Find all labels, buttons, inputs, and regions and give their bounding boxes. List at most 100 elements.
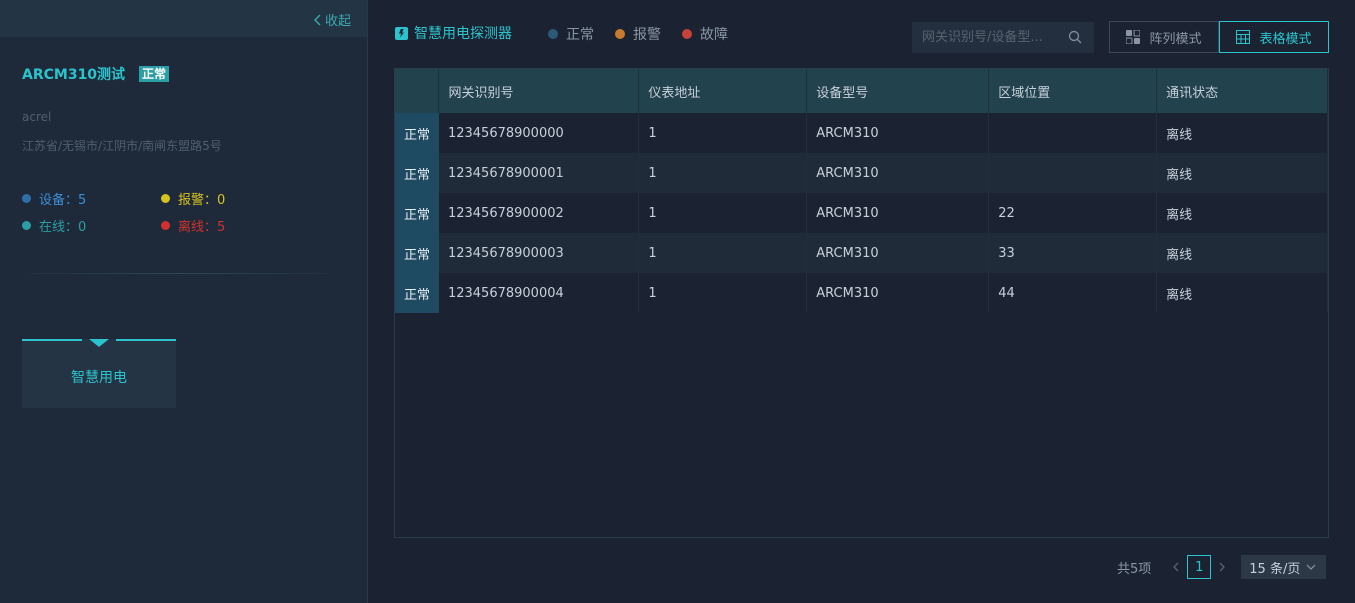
sidebar-top-bar: 收起 (0, 0, 367, 37)
search-box[interactable] (912, 22, 1094, 53)
stat-alarm: 报警：0 (161, 189, 225, 208)
cell-model: ARCM310 (806, 273, 990, 313)
column-header-area[interactable]: 区域位置 (988, 69, 1158, 113)
stat-devices-label: 设备：5 (39, 193, 87, 208)
cell-gateway: 12345678900003 (438, 233, 640, 273)
device-table-container: 网关识别号 仪表地址 设备型号 区域位置 通讯状态 正常 12345678900… (394, 68, 1329, 538)
prev-page-icon[interactable] (1171, 562, 1181, 572)
table-row[interactable]: 正常 12345678900001 1 ARCM310 离线 (395, 153, 1328, 193)
main-panel: 智慧用电探测器 正常 报警 故障 阵列模式 表格模式 网关识别号 仪表地址 (369, 0, 1355, 603)
row-status: 正常 (395, 153, 439, 193)
caret-down-icon (89, 339, 109, 347)
page-size-select[interactable]: 15 条/页 (1241, 555, 1327, 579)
cell-model: ARCM310 (806, 233, 990, 273)
company-name: acrel (22, 110, 52, 124)
cell-comm: 离线 (1156, 153, 1328, 193)
table-row[interactable]: 正常 12345678900004 1 ARCM310 44 离线 (395, 273, 1328, 313)
stat-alarm-label: 报警：0 (178, 193, 226, 208)
column-header-comm-status[interactable]: 通讯状态 (1156, 69, 1328, 113)
device-table: 网关识别号 仪表地址 设备型号 区域位置 通讯状态 正常 12345678900… (395, 69, 1328, 313)
cell-area (988, 113, 1158, 153)
stat-online: 在线：0 (22, 216, 86, 235)
table-icon (1236, 30, 1251, 44)
search-input[interactable] (922, 30, 1062, 45)
total-count: 共5项 (1117, 561, 1152, 577)
table-row[interactable]: 正常 12345678900000 1 ARCM310 离线 (395, 113, 1328, 153)
chevron-left-icon (313, 14, 321, 25)
chevron-down-icon (1306, 564, 1316, 570)
cell-comm: 离线 (1156, 113, 1328, 153)
row-status: 正常 (395, 113, 439, 153)
legend-fault: 故障 (682, 24, 728, 44)
legend-fault-label: 故障 (700, 27, 728, 43)
cell-model: ARCM310 (806, 193, 990, 233)
cell-address: 1 (638, 153, 808, 193)
cell-address: 1 (638, 193, 808, 233)
alarm-dot-icon (161, 194, 170, 203)
page-title-text: 智慧用电探测器 (414, 26, 512, 42)
list-mode-button[interactable]: 阵列模式 (1109, 21, 1219, 53)
legend-normal: 正常 (548, 24, 594, 44)
sidebar-divider (30, 273, 328, 274)
legend-alarm-label: 报警 (633, 27, 661, 43)
cell-gateway: 12345678900004 (438, 273, 640, 313)
next-page-icon[interactable] (1217, 562, 1227, 572)
grid-icon (1126, 30, 1141, 44)
column-header-model[interactable]: 设备型号 (806, 69, 990, 113)
stat-offline-label: 离线：5 (178, 220, 226, 235)
module-label: 智慧用电 (71, 370, 127, 386)
normal-dot-icon (548, 29, 558, 39)
collapse-label: 收起 (324, 14, 351, 29)
cell-comm: 离线 (1156, 193, 1328, 233)
fault-dot-icon (682, 29, 692, 39)
page-number-button[interactable]: 1 (1187, 555, 1212, 579)
legend-alarm: 报警 (615, 24, 661, 44)
table-mode-label: 表格模式 (1259, 31, 1312, 47)
page-title: 智慧用电探测器 (395, 23, 512, 43)
sidebar: 收起 ARCM310测试 正常 acrel 江苏省/无锡市/江阴市/南闸东盟路5… (0, 0, 368, 603)
row-status: 正常 (395, 193, 439, 233)
table-row[interactable]: 正常 12345678900002 1 ARCM310 22 离线 (395, 193, 1328, 233)
module-card-smart-power[interactable]: 智慧用电 (22, 339, 176, 408)
row-status: 正常 (395, 273, 439, 313)
lightning-icon (395, 26, 408, 40)
cell-comm: 离线 (1156, 273, 1328, 313)
cell-address: 1 (638, 233, 808, 273)
cell-comm: 离线 (1156, 233, 1328, 273)
cell-gateway: 12345678900002 (438, 193, 640, 233)
search-icon[interactable] (1068, 30, 1082, 44)
cell-model: ARCM310 (806, 153, 990, 193)
online-dot-icon (22, 221, 31, 230)
status-badge: 正常 (139, 66, 170, 82)
cell-area: 22 (988, 193, 1158, 233)
offline-dot-icon (161, 221, 170, 230)
row-status: 正常 (395, 233, 439, 273)
cell-area: 33 (988, 233, 1158, 273)
device-name: ARCM310测试 (22, 67, 126, 83)
column-header-status (395, 69, 440, 113)
stat-online-label: 在线：0 (39, 220, 87, 235)
cell-area: 44 (988, 273, 1158, 313)
table-mode-button[interactable]: 表格模式 (1219, 21, 1329, 53)
alarm-dot-icon (615, 29, 625, 39)
cell-area (988, 153, 1158, 193)
devices-dot-icon (22, 194, 31, 203)
table-row[interactable]: 正常 12345678900003 1 ARCM310 33 离线 (395, 233, 1328, 273)
cell-gateway: 12345678900000 (438, 113, 640, 153)
cell-model: ARCM310 (806, 113, 990, 153)
pagination: 共5项 1 15 条/页 (1117, 555, 1327, 579)
column-header-gateway[interactable]: 网关识别号 (438, 69, 640, 113)
collapse-button[interactable]: 收起 (313, 10, 351, 29)
column-header-address[interactable]: 仪表地址 (638, 69, 808, 113)
table-header-row: 网关识别号 仪表地址 设备型号 区域位置 通讯状态 (395, 69, 1328, 113)
stat-devices: 设备：5 (22, 189, 86, 208)
list-mode-label: 阵列模式 (1149, 31, 1202, 47)
device-address: 江苏省/无锡市/江阴市/南闸东盟路5号 (22, 139, 222, 153)
cell-address: 1 (638, 113, 808, 153)
cell-gateway: 12345678900001 (438, 153, 640, 193)
page-size-label: 15 条/页 (1249, 561, 1301, 577)
cell-address: 1 (638, 273, 808, 313)
device-title: ARCM310测试 正常 (22, 64, 170, 84)
stat-offline: 离线：5 (161, 216, 225, 235)
legend-normal-label: 正常 (566, 27, 594, 43)
